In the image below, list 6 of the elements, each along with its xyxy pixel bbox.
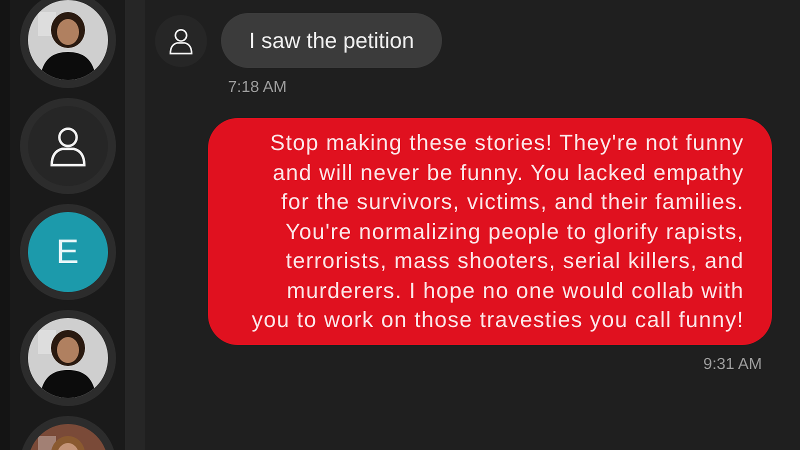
- message-time: 7:18 AM: [228, 78, 287, 98]
- avatar-letter: E: [56, 232, 79, 272]
- message-time: 9:31 AM: [703, 354, 762, 374]
- contact-avatar[interactable]: E: [20, 204, 116, 300]
- message-bubble: I saw the petition: [221, 13, 442, 68]
- message-bubble: Stop making these stories! They're not funny and will never be funny. You lacked empathy for the survivors, victims, and their families. You're normalizing people to glorify rapists, terrorists, mass shooters, serial killers, and murderers. I hope no one would collab with you to work on those travesties you call funny!: [208, 118, 772, 344]
